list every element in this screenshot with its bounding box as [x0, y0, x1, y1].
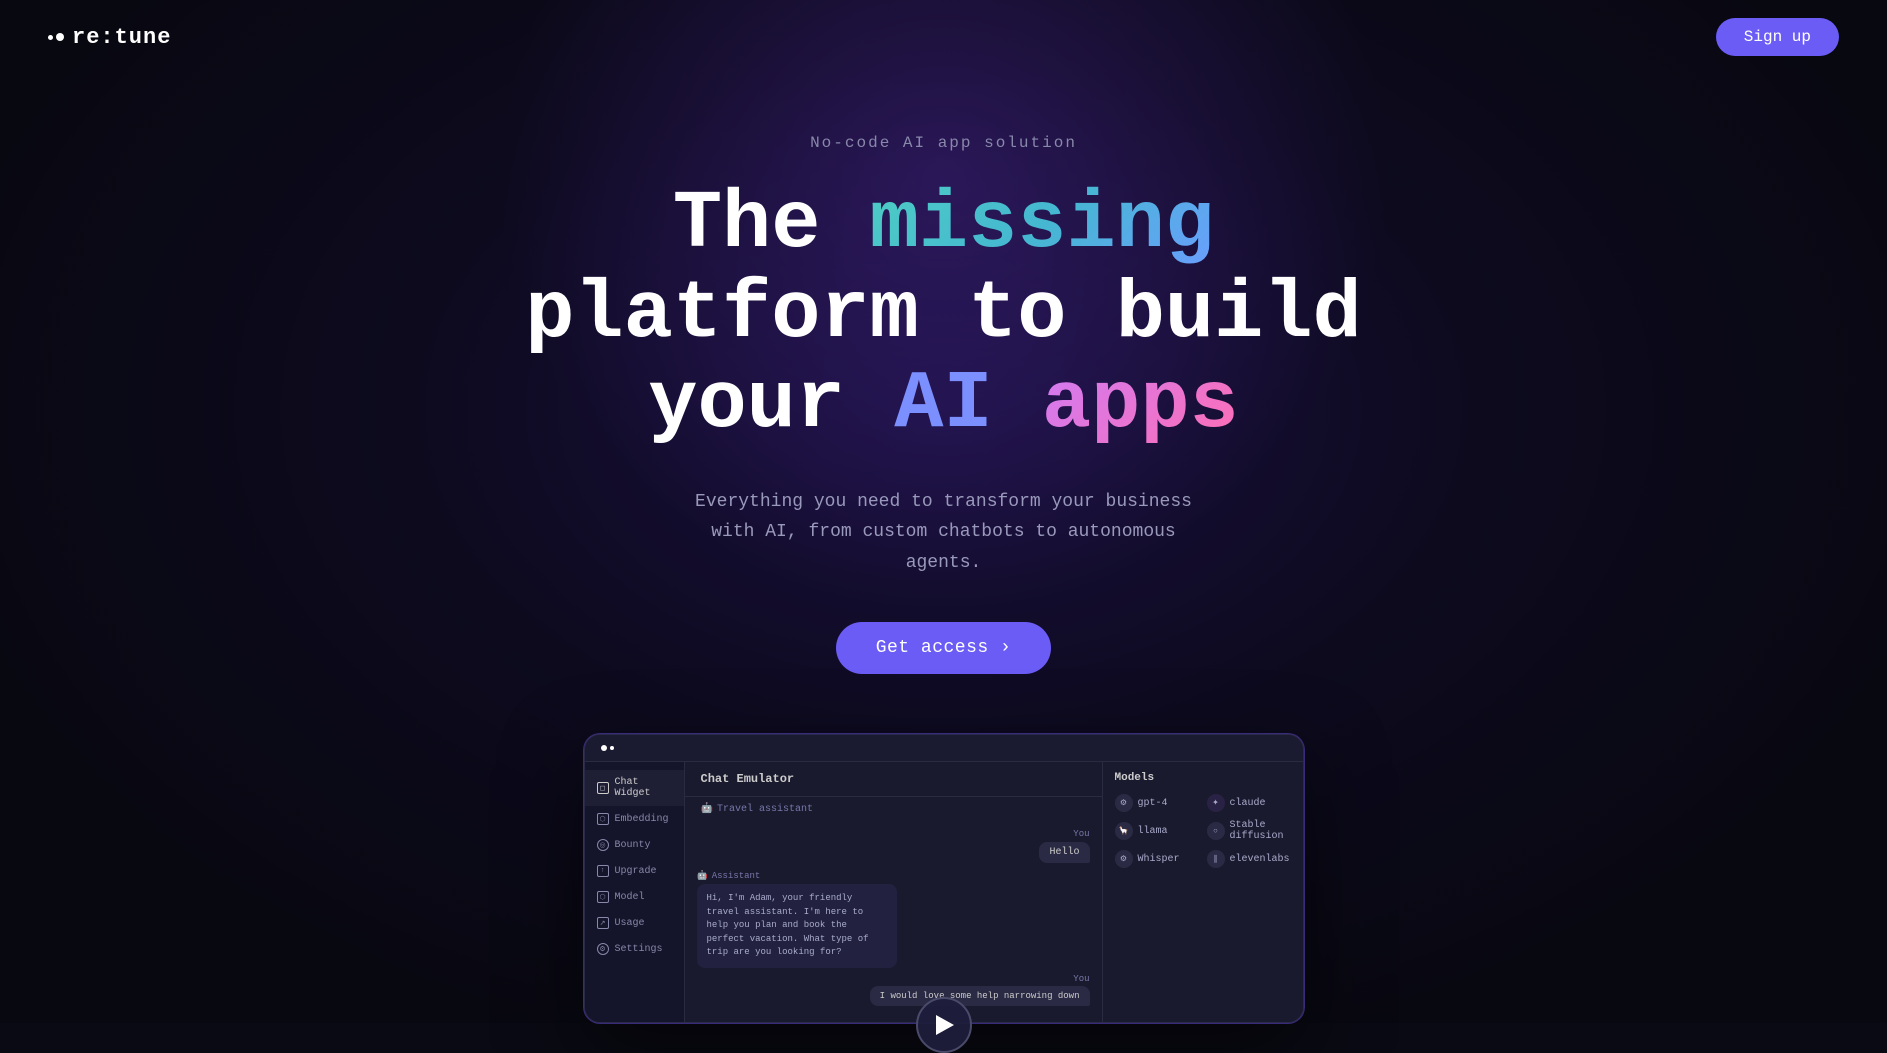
- whisper-icon: ⚙: [1115, 850, 1133, 868]
- model-elevenlabs[interactable]: ∥ elevenlabs: [1207, 850, 1291, 868]
- app-logo: [601, 745, 614, 751]
- sidebar-item-bounty[interactable]: ◎ Bounty: [585, 832, 684, 858]
- logo-dot-1: [48, 35, 53, 40]
- embedding-icon: ⬡: [597, 813, 609, 825]
- assistant-name: Travel assistant: [717, 804, 813, 815]
- app-topbar: [585, 735, 1303, 762]
- model-llama-label: llama: [1138, 826, 1168, 837]
- hero-subtitle: No-code AI app solution: [0, 134, 1887, 152]
- hero-title-ai: AI: [894, 358, 992, 451]
- chat-header: Chat Emulator: [685, 762, 1102, 797]
- app-sidebar: ◻ Chat Widget ⬡ Embedding ◎ Bounty ↑ Upg…: [585, 762, 685, 1022]
- hero-title-line1: The missing: [0, 180, 1887, 270]
- hero-description: Everything you need to transform your bu…: [694, 487, 1194, 579]
- hero-title-the: The: [673, 178, 870, 271]
- model-claude-label: claude: [1230, 798, 1266, 809]
- model-llama[interactable]: 🦙 llama: [1115, 820, 1199, 842]
- chat-assistant-label: 🤖 Travel assistant: [685, 797, 1102, 821]
- sidebar-item-settings[interactable]: ⚙ Settings: [585, 936, 684, 962]
- assistant-icon: 🤖: [701, 803, 713, 815]
- sidebar-item-embedding[interactable]: ⬡ Embedding: [585, 806, 684, 832]
- assistant-bubble-1: Hi, I'm Adam, your friendly travel assis…: [697, 884, 897, 968]
- model-whisper[interactable]: ⚙ Whisper: [1115, 850, 1199, 868]
- app-body: ◻ Chat Widget ⬡ Embedding ◎ Bounty ↑ Upg…: [585, 762, 1303, 1022]
- stable-diffusion-icon: ○: [1207, 822, 1225, 840]
- get-access-button[interactable]: Get access ›: [836, 622, 1052, 674]
- hero-section: No-code AI app solution The missing plat…: [0, 74, 1887, 714]
- sidebar-item-label: Model: [615, 892, 645, 903]
- play-triangle-icon: [936, 1015, 954, 1035]
- app-window: ◻ Chat Widget ⬡ Embedding ◎ Bounty ↑ Upg…: [584, 734, 1304, 1023]
- gpt4-icon: ⚙: [1115, 794, 1133, 812]
- model-gpt4-label: gpt-4: [1138, 798, 1168, 809]
- model-whisper-label: Whisper: [1138, 854, 1180, 865]
- assistant-icon-2: 🤖: [697, 871, 708, 881]
- upgrade-icon: ↑: [597, 865, 609, 877]
- usage-icon: ↗: [597, 917, 609, 929]
- elevenlabs-icon: ∥: [1207, 850, 1225, 868]
- chat-widget-icon: ◻: [597, 782, 609, 794]
- hero-title: The missing platform to build your AI ap…: [0, 180, 1887, 451]
- sidebar-item-usage[interactable]: ↗ Usage: [585, 910, 684, 936]
- model-stable-diffusion[interactable]: ○ Stable diffusion: [1207, 820, 1291, 842]
- hero-title-your: your: [648, 358, 894, 451]
- msg-assistant-label-1: 🤖 Assistant: [697, 871, 1090, 881]
- hero-title-apps: apps: [993, 358, 1239, 451]
- msg-bubble-1: Hello: [1039, 842, 1089, 863]
- settings-icon: ⚙: [597, 943, 609, 955]
- sidebar-item-label: Usage: [615, 918, 645, 929]
- sidebar-item-upgrade[interactable]: ↑ Upgrade: [585, 858, 684, 884]
- logo-dot-2: [56, 33, 64, 41]
- model-stable-diffusion-label: Stable diffusion: [1230, 820, 1291, 842]
- msg-you-label-2: You: [697, 974, 1090, 984]
- claude-icon: ✦: [1207, 794, 1225, 812]
- navbar: re:tune Sign up: [0, 0, 1887, 74]
- play-button[interactable]: [916, 997, 972, 1053]
- sidebar-item-label: Upgrade: [615, 866, 657, 877]
- signup-button[interactable]: Sign up: [1716, 18, 1839, 56]
- models-grid: ⚙ gpt-4 ✦ claude 🦙 llama ○ Stable diffus…: [1115, 794, 1291, 868]
- model-gpt4[interactable]: ⚙ gpt-4: [1115, 794, 1199, 812]
- app-models: Models ⚙ gpt-4 ✦ claude 🦙 llama: [1103, 762, 1303, 1022]
- logo-text: re:tune: [72, 25, 171, 50]
- msg-you-label-1: You: [697, 829, 1090, 839]
- assistant-label-text: Assistant: [712, 871, 761, 881]
- hero-title-line3: your AI apps: [0, 360, 1887, 450]
- chat-messages: You Hello 🤖 Assistant Hi, I'm Adam, your…: [685, 821, 1102, 1022]
- llama-icon: 🦙: [1115, 822, 1133, 840]
- model-elevenlabs-label: elevenlabs: [1230, 854, 1290, 865]
- bounty-icon: ◎: [597, 839, 609, 851]
- msg-bubble-2: I would love some help narrowing down: [870, 986, 1090, 1006]
- hero-title-line2: platform to build: [0, 270, 1887, 360]
- model-icon: ⬡: [597, 891, 609, 903]
- app-chat: Chat Emulator 🤖 Travel assistant You Hel…: [685, 762, 1103, 1022]
- sidebar-item-label: Chat Widget: [615, 777, 672, 799]
- hero-title-missing: missing: [870, 178, 1214, 271]
- chat-emulator-title: Chat Emulator: [701, 772, 795, 786]
- logo-icon: [48, 33, 64, 41]
- sidebar-item-model[interactable]: ⬡ Model: [585, 884, 684, 910]
- sidebar-item-label: Bounty: [615, 840, 651, 851]
- models-title: Models: [1115, 772, 1291, 784]
- sidebar-item-chat-widget[interactable]: ◻ Chat Widget: [585, 770, 684, 806]
- sidebar-item-label: Embedding: [615, 814, 669, 825]
- app-logo-dot-1: [601, 745, 607, 751]
- app-logo-dot-2: [610, 746, 614, 750]
- sidebar-item-label: Settings: [615, 944, 663, 955]
- model-claude[interactable]: ✦ claude: [1207, 794, 1291, 812]
- logo: re:tune: [48, 25, 171, 50]
